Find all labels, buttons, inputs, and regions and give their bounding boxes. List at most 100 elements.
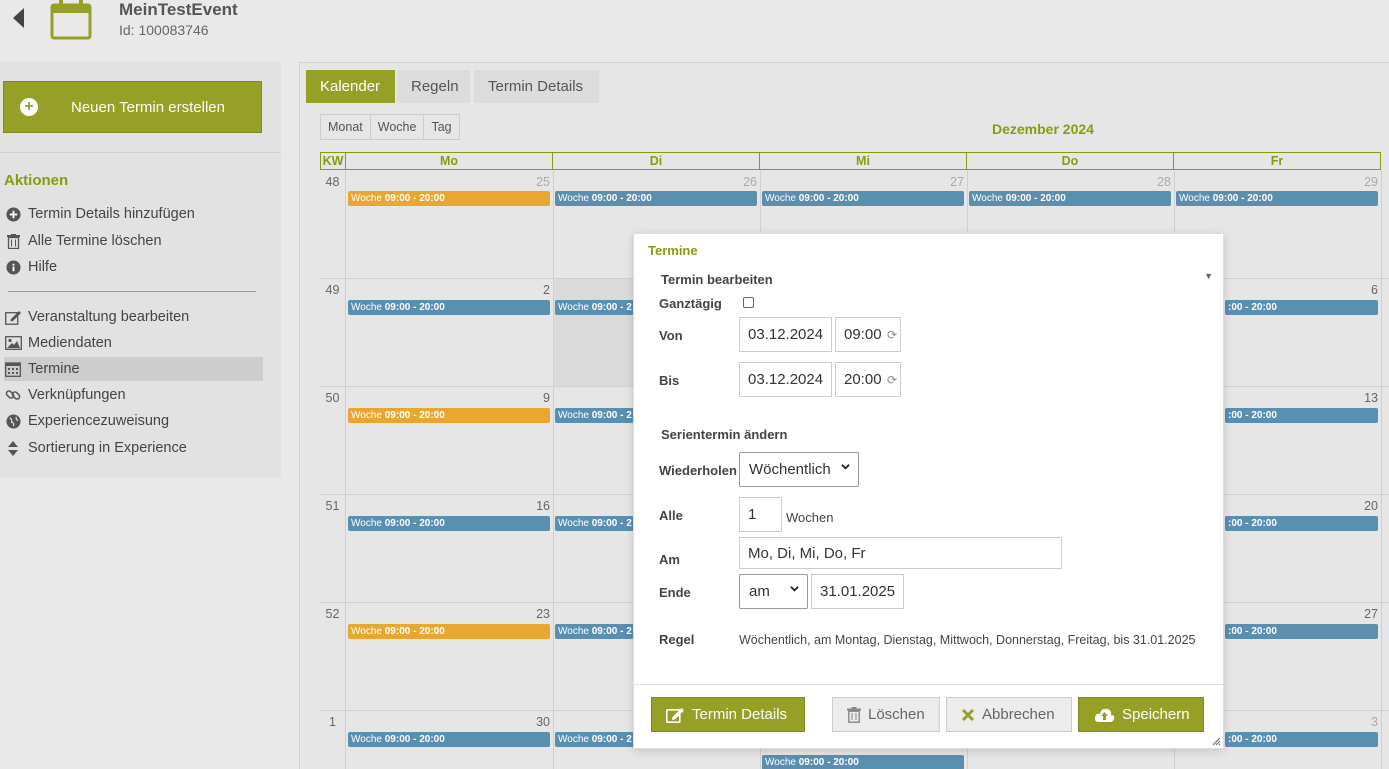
day-number: 20 xyxy=(1364,499,1378,513)
day-number: 30 xyxy=(536,715,550,729)
calendar-event[interactable]: Woche 09:00 - 20:00 xyxy=(969,191,1171,206)
view-week-button[interactable]: Woche xyxy=(371,115,425,139)
calendar-event[interactable]: Woche 09:00 - 20:00 xyxy=(762,755,964,769)
action-help[interactable]: Hilfe xyxy=(4,255,263,279)
nav-media[interactable]: Mediendaten xyxy=(4,331,263,355)
action-delete-all[interactable]: Alle Termine löschen xyxy=(4,229,263,253)
event-time: 09:00 - 20:00 xyxy=(384,734,445,745)
calendar-icon xyxy=(4,360,22,378)
event-prefix: Woche xyxy=(558,193,589,204)
calendar-event[interactable]: :00 - 20:00 xyxy=(1225,624,1378,639)
appointment-details-button[interactable]: Termin Details xyxy=(651,697,805,732)
week-number: 51 xyxy=(325,499,340,513)
collapse-caret-icon[interactable]: ▼ xyxy=(1204,271,1213,281)
calendar-event[interactable]: Woche 09:00 - 20:00 xyxy=(762,191,964,206)
event-time: :00 - 20:00 xyxy=(1228,734,1277,745)
end-type-select[interactable]: am xyxy=(739,574,808,609)
grid-line xyxy=(1381,170,1382,769)
from-label: Von xyxy=(659,328,683,343)
nav-edit-event[interactable]: Veranstaltung bearbeiten xyxy=(4,305,263,329)
nav-label: Verknüpfungen xyxy=(28,387,126,403)
from-time-input[interactable]: 09:00 ⟳ xyxy=(835,317,901,352)
calendar-event[interactable]: :00 - 20:00 xyxy=(1225,516,1378,531)
action-label: Alle Termine löschen xyxy=(28,233,162,249)
header-fr: Fr xyxy=(1174,152,1381,170)
close-icon xyxy=(961,708,975,722)
tab-appointment-details[interactable]: Termin Details xyxy=(474,70,599,103)
event-time: 09:00 - 20:00 xyxy=(384,626,445,637)
calendar-event[interactable]: Woche 09:00 - 20:00 xyxy=(348,516,550,531)
nav-links[interactable]: Verknüpfungen xyxy=(4,383,263,407)
plus-circle-icon xyxy=(4,205,22,223)
rule-label: Regel xyxy=(659,632,695,647)
grid-line xyxy=(553,170,554,769)
nav-appointments[interactable]: Termine xyxy=(4,357,263,381)
day-number: 27 xyxy=(950,175,964,189)
action-add-details[interactable]: Termin Details hinzufügen xyxy=(4,202,263,226)
view-month-button[interactable]: Monat xyxy=(321,115,371,139)
calendar-event[interactable]: Woche 09:00 - 20:00 xyxy=(555,191,757,206)
new-appointment-button[interactable]: + Neuen Termin erstellen xyxy=(3,81,262,133)
header-mi: Mi xyxy=(760,152,967,170)
week-number: 52 xyxy=(325,607,340,621)
back-arrow-icon[interactable] xyxy=(10,6,30,30)
refresh-icon[interactable]: ⟳ xyxy=(887,328,897,342)
to-label: Bis xyxy=(659,373,680,388)
event-prefix: Woche xyxy=(765,757,796,768)
nav-sort-experience[interactable]: Sortierung in Experience xyxy=(4,436,263,460)
cancel-button[interactable]: Abbrechen xyxy=(946,697,1072,732)
tab-calendar[interactable]: Kalender xyxy=(306,70,395,103)
calendar-event[interactable]: Woche 09:00 - 20:00 xyxy=(348,732,550,747)
plus-circle-icon: + xyxy=(20,98,38,116)
month-title: Dezember 2024 xyxy=(992,121,1094,137)
view-day-button[interactable]: Tag xyxy=(424,115,458,139)
appointment-details-label: Termin Details xyxy=(692,706,788,723)
delete-button[interactable]: Löschen xyxy=(832,697,940,732)
interval-input[interactable]: 1 xyxy=(739,497,782,532)
to-time-input[interactable]: 20:00 ⟳ xyxy=(835,362,901,397)
calendar-event[interactable]: Woche 09:00 - 2 xyxy=(555,516,635,531)
event-time: :00 - 20:00 xyxy=(1228,518,1277,529)
calendar-event[interactable]: Woche 09:00 - 2 xyxy=(555,300,635,315)
day-number: 3 xyxy=(1371,715,1378,729)
from-date-input[interactable]: 03.12.2024 xyxy=(739,317,832,352)
header-kw: KW xyxy=(320,152,346,170)
to-date-input[interactable]: 03.12.2024 xyxy=(739,362,832,397)
weekdays-input[interactable]: Mo, Di, Mi, Do, Fr xyxy=(739,537,1062,569)
event-time: 09:00 - 20:00 xyxy=(384,193,445,204)
calendar-event[interactable]: Woche 09:00 - 20:00 xyxy=(348,300,550,315)
calendar-event[interactable]: Woche 09:00 - 20:00 xyxy=(348,408,550,423)
end-date-input[interactable]: 31.01.2025 xyxy=(811,574,904,609)
allday-checkbox[interactable] xyxy=(743,297,754,308)
event-prefix: Woche xyxy=(351,734,382,745)
grid-line xyxy=(345,170,346,769)
info-icon xyxy=(4,258,22,276)
event-prefix: Woche xyxy=(351,518,382,529)
calendar-event[interactable]: :00 - 20:00 xyxy=(1225,408,1378,423)
refresh-icon[interactable]: ⟳ xyxy=(887,373,897,387)
end-label: Ende xyxy=(659,585,691,600)
repeat-select[interactable]: Wöchentlich xyxy=(739,452,859,487)
day-number: 27 xyxy=(1364,607,1378,621)
header-di: Di xyxy=(553,152,760,170)
calendar-event[interactable]: Woche 09:00 - 20:00 xyxy=(1176,191,1378,206)
calendar-event[interactable]: :00 - 20:00 xyxy=(1225,300,1378,315)
event-time: 09:00 - 20:00 xyxy=(1005,193,1066,204)
event-prefix: Woche xyxy=(765,193,796,204)
calendar-event[interactable]: Woche 09:00 - 2 xyxy=(555,732,635,747)
calendar-event[interactable]: Woche 09:00 - 20:00 xyxy=(348,624,550,639)
event-time: 09:00 - 2 xyxy=(591,302,632,313)
action-label: Hilfe xyxy=(28,259,58,275)
nav-label: Veranstaltung bearbeiten xyxy=(28,309,190,325)
chevron-down-icon xyxy=(790,586,799,592)
calendar-event[interactable]: :00 - 20:00 xyxy=(1225,732,1378,747)
calendar-event[interactable]: Woche 09:00 - 2 xyxy=(555,408,635,423)
tab-rules[interactable]: Regeln xyxy=(397,70,470,103)
save-button[interactable]: Speichern xyxy=(1078,697,1204,732)
event-prefix: Woche xyxy=(351,410,382,421)
calendar-event[interactable]: Woche 09:00 - 2 xyxy=(555,624,635,639)
resize-handle-icon[interactable] xyxy=(1211,736,1221,746)
save-label: Speichern xyxy=(1122,706,1190,723)
nav-experience-assignment[interactable]: Experiencezuweisung xyxy=(4,409,263,433)
calendar-event[interactable]: Woche 09:00 - 20:00 xyxy=(348,191,550,206)
